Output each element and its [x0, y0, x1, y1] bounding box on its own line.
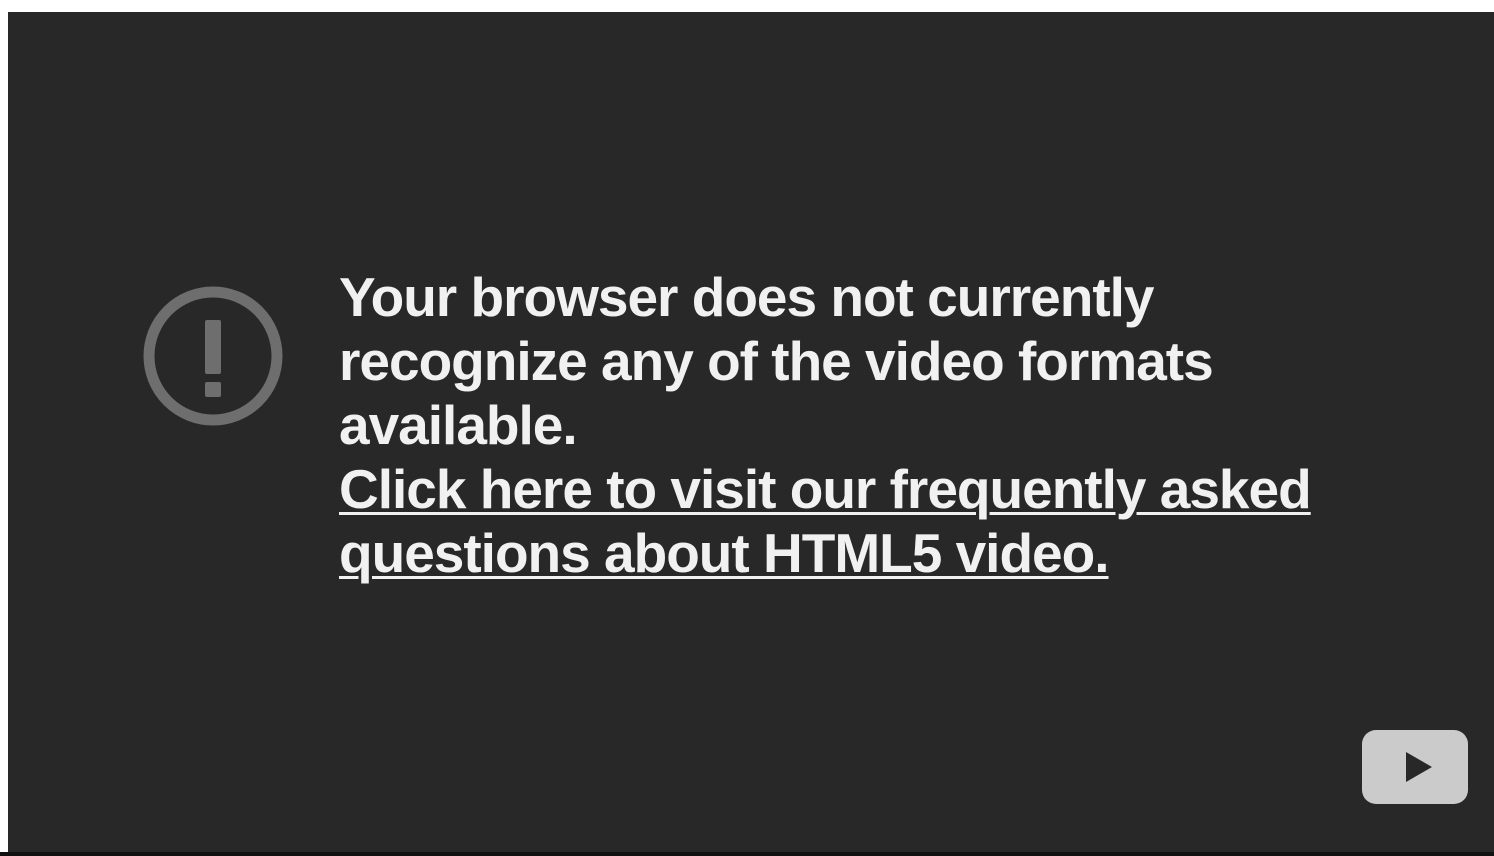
video-player: Your browser does not currently recogniz…: [8, 12, 1494, 852]
youtube-play-icon[interactable]: [1362, 730, 1468, 804]
exclamation-circle-icon: [143, 286, 283, 426]
error-text: Your browser does not currently recogniz…: [339, 266, 1214, 456]
html5-faq-link[interactable]: Click here to visit our frequently asked…: [339, 457, 1399, 585]
error-message: Your browser does not currently recogniz…: [339, 265, 1399, 585]
player-bottom-edge: [0, 852, 1494, 856]
